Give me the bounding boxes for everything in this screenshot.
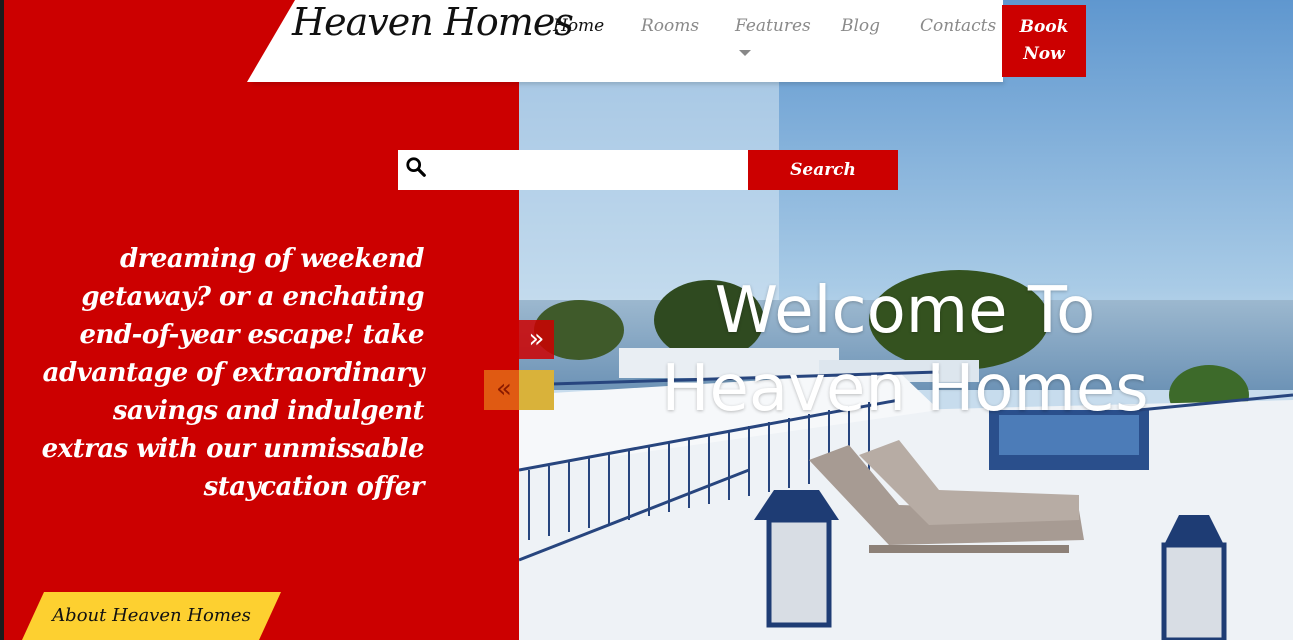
nav-rooms[interactable]: Rooms: [641, 16, 699, 36]
nav-features[interactable]: Features: [735, 16, 811, 36]
hero-tagline: dreaming of weekend getaway? or a enchat…: [41, 244, 425, 502]
double-chevron-left-icon: «: [496, 374, 512, 404]
welcome-heading: Welcome To Heaven Homes: [660, 272, 1150, 428]
site-logo[interactable]: Heaven Homes: [292, 0, 574, 44]
book-now-label-2: Now: [1023, 44, 1065, 64]
chevron-down-icon[interactable]: [739, 50, 751, 56]
book-now-button[interactable]: Book Now: [1002, 5, 1086, 77]
search-icon: [406, 157, 426, 177]
welcome-line-1: Welcome To: [714, 274, 1096, 348]
search-input[interactable]: [432, 152, 746, 188]
book-now-label-1: Book: [1019, 17, 1069, 37]
nav-contacts[interactable]: Contacts: [920, 16, 996, 36]
search-button[interactable]: Search: [748, 150, 898, 190]
welcome-line-2: Heaven Homes: [661, 352, 1149, 426]
nav-blog[interactable]: Blog: [841, 16, 880, 36]
slider-prev-button[interactable]: «: [484, 370, 554, 410]
about-button[interactable]: About Heaven Homes: [22, 592, 281, 640]
nav-home[interactable]: Home: [553, 16, 604, 36]
double-chevron-right-icon[interactable]: »: [519, 320, 554, 359]
